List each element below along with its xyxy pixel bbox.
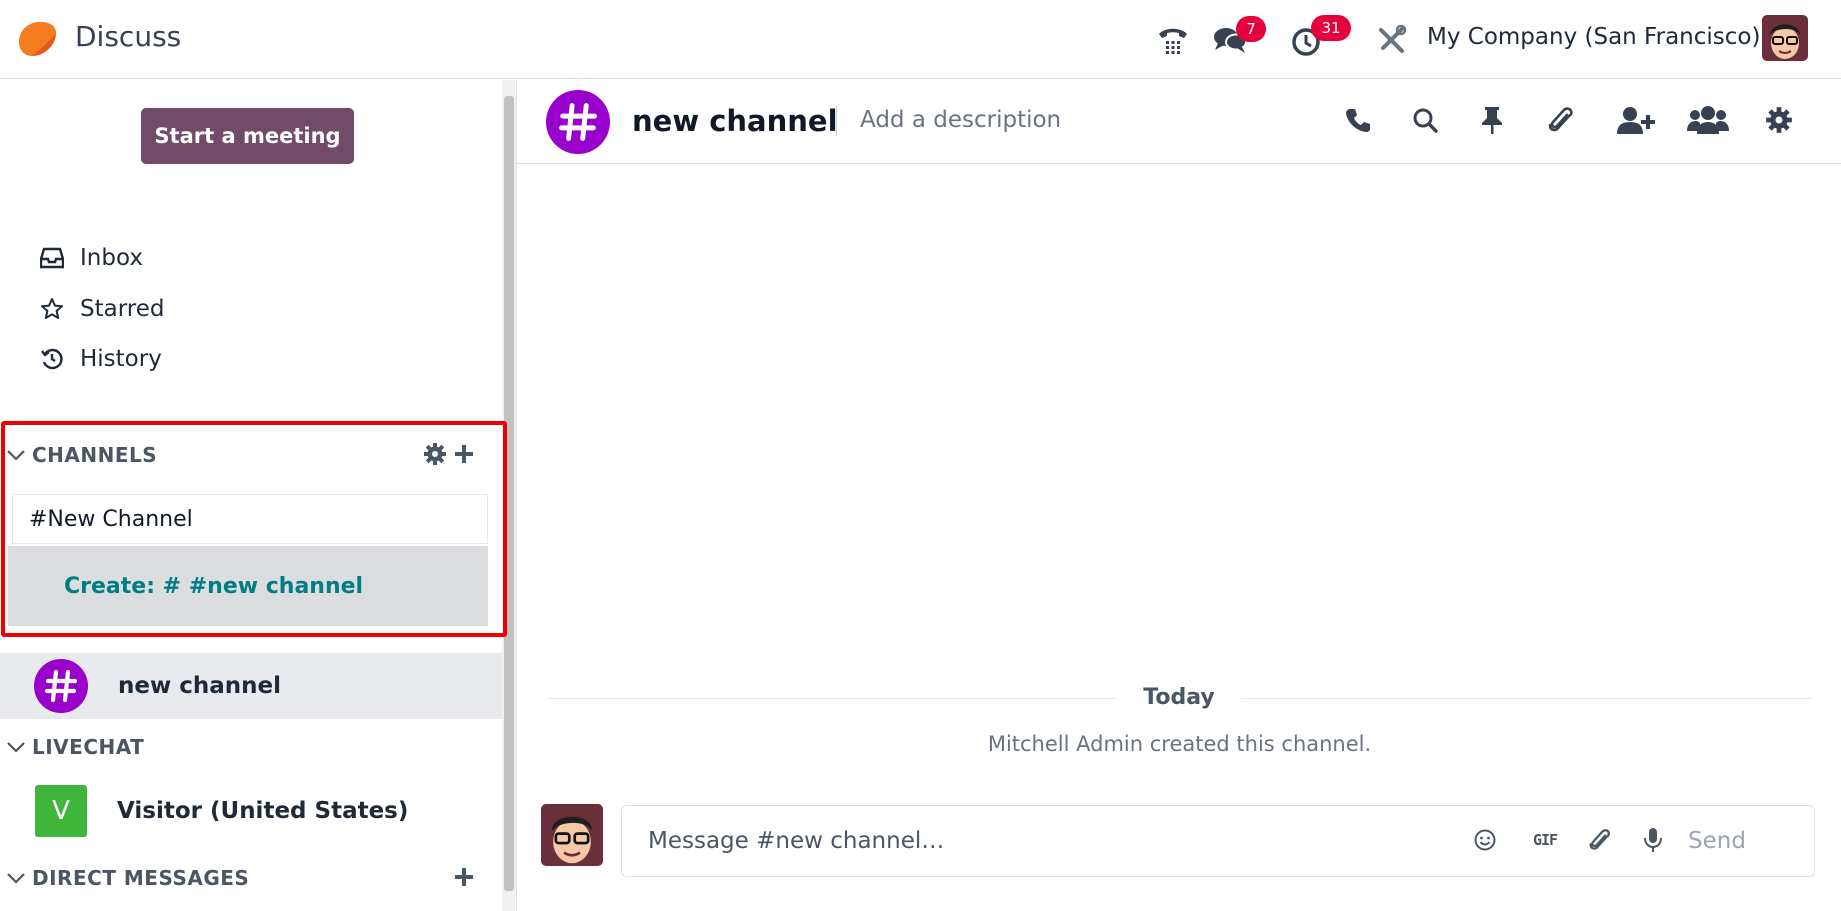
annotation-highlight-box xyxy=(1,421,507,637)
user-avatar[interactable] xyxy=(1762,15,1808,61)
sidebar-divider xyxy=(516,80,517,911)
history-icon xyxy=(38,345,66,373)
add-direct-message-plus-icon[interactable] xyxy=(452,863,476,891)
header-separator xyxy=(836,106,837,136)
activities-count-badge: 31 xyxy=(1311,15,1351,41)
sidebar-item-label: Starred xyxy=(80,296,165,322)
thread-title[interactable]: new channel xyxy=(632,104,838,138)
inbox-icon xyxy=(38,244,66,272)
app-title[interactable]: Discuss xyxy=(75,20,181,53)
channel-hash-avatar-icon[interactable] xyxy=(546,90,610,154)
company-switcher[interactable]: My Company (San Francisco) xyxy=(1427,24,1760,50)
channel-name: new channel xyxy=(118,673,281,699)
messages-count-badge: 7 xyxy=(1236,16,1266,42)
emoji-icon[interactable] xyxy=(1468,822,1502,858)
sidebar-item-label: Inbox xyxy=(80,245,143,271)
add-users-icon[interactable] xyxy=(1615,102,1657,138)
sidebar-channel-new-channel[interactable]: new channel xyxy=(0,653,502,719)
date-separator-line xyxy=(1241,698,1812,699)
direct-messages-section-header[interactable]: DIRECT MESSAGES xyxy=(0,858,500,898)
sidebar-item-history[interactable]: History xyxy=(38,339,458,379)
sidebar-item-starred[interactable]: Starred xyxy=(38,289,458,329)
message-input[interactable] xyxy=(648,823,1448,859)
search-icon[interactable] xyxy=(1407,102,1443,138)
channel-hash-avatar-icon xyxy=(34,659,88,713)
debug-tools-icon[interactable] xyxy=(1374,22,1410,58)
date-separator-label: Today xyxy=(1143,685,1215,710)
direct-messages-section-title: DIRECT MESSAGES xyxy=(32,866,250,890)
members-list-icon[interactable] xyxy=(1686,102,1730,138)
system-notification-message: Mitchell Admin created this channel. xyxy=(987,732,1372,756)
date-separator-line xyxy=(547,698,1117,699)
top-navbar: Discuss 7 31 My Company (San Francisco) xyxy=(0,0,1841,79)
thread-description-input[interactable]: Add a description xyxy=(860,107,1061,133)
start-meeting-button[interactable]: Start a meeting xyxy=(141,108,354,164)
attach-file-paperclip-icon[interactable] xyxy=(1583,822,1617,858)
composer-user-avatar xyxy=(541,804,603,866)
star-icon xyxy=(38,295,66,323)
attachments-paperclip-icon[interactable] xyxy=(1543,102,1579,138)
pinned-messages-thumbtack-icon[interactable] xyxy=(1474,102,1510,138)
call-phone-icon[interactable] xyxy=(1340,102,1376,138)
gif-label: GIF xyxy=(1532,831,1558,849)
livechat-item-name: Visitor (United States) xyxy=(117,798,409,824)
sidebar-item-inbox[interactable]: Inbox xyxy=(38,238,458,278)
livechat-item-visitor[interactable]: V Visitor (United States) xyxy=(0,784,502,838)
send-button[interactable]: Send xyxy=(1688,822,1746,860)
visitor-avatar: V xyxy=(35,785,87,837)
thread-settings-gear-icon[interactable] xyxy=(1761,102,1797,138)
livechat-section-title: LIVECHAT xyxy=(32,735,145,759)
sidebar-item-label: History xyxy=(80,346,162,372)
chevron-down-icon[interactable] xyxy=(0,858,32,898)
gif-picker-icon[interactable]: GIF xyxy=(1526,822,1564,858)
livechat-section-header[interactable]: LIVECHAT xyxy=(0,727,500,767)
chevron-down-icon[interactable] xyxy=(0,727,32,767)
discuss-app-logo-icon[interactable] xyxy=(18,20,58,57)
voice-message-microphone-icon[interactable] xyxy=(1636,822,1670,858)
voip-phone-icon[interactable] xyxy=(1155,22,1191,58)
